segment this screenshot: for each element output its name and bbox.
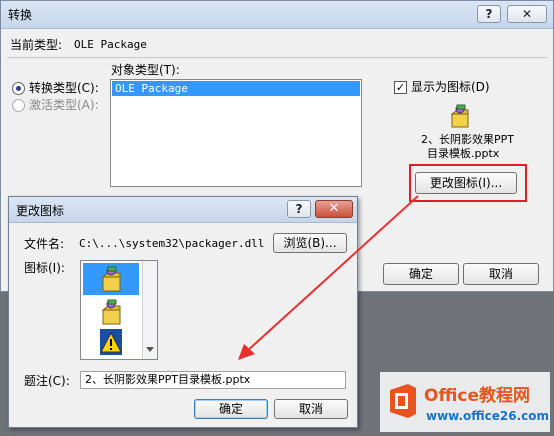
pointer-arrow — [238, 195, 419, 360]
watermark: Office教程网 www.office26.com — [380, 372, 550, 432]
office-logo-icon — [386, 382, 420, 420]
watermark-url: www.office26.com — [426, 409, 550, 423]
watermark-brand: Office教程网 — [424, 386, 531, 406]
